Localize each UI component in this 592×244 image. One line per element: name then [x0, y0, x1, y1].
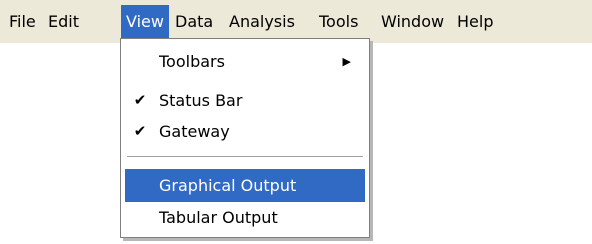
menu-item-graphical-output[interactable]: Graphical Output [125, 169, 365, 202]
menu-item-label: Gateway [159, 122, 230, 141]
menu-item-label: Toolbars [159, 52, 225, 71]
menu-item-status-bar[interactable]: ✔ Status Bar [125, 84, 365, 117]
view-menu-dropdown: Toolbars ▶ ✔ Status Bar ✔ Gateway Graphi… [120, 38, 370, 238]
menu-edit[interactable]: Edit [43, 5, 84, 38]
checkmark-icon: ✔ [133, 91, 147, 109]
menu-item-tabular-output[interactable]: Tabular Output [125, 201, 365, 234]
menu-file[interactable]: File [4, 5, 41, 38]
menu-data[interactable]: Data [170, 5, 218, 38]
menu-item-toolbars[interactable]: Toolbars ▶ [125, 45, 365, 78]
menu-item-gateway[interactable]: ✔ Gateway [125, 115, 365, 148]
submenu-arrow-icon: ▶ [342, 55, 351, 68]
menu-analysis[interactable]: Analysis [224, 5, 300, 38]
menu-window[interactable]: Window [376, 5, 449, 38]
menu-item-label: Graphical Output [159, 176, 297, 195]
menu-bar: File Edit View Data Analysis Tools Windo… [0, 0, 592, 43]
menu-tools[interactable]: Tools [314, 5, 363, 38]
menu-view[interactable]: View [121, 5, 169, 38]
menu-item-label: Tabular Output [159, 208, 278, 227]
menu-help[interactable]: Help [452, 5, 498, 38]
menu-separator [127, 156, 363, 158]
checkmark-icon: ✔ [133, 122, 147, 140]
menu-item-label: Status Bar [159, 91, 243, 110]
